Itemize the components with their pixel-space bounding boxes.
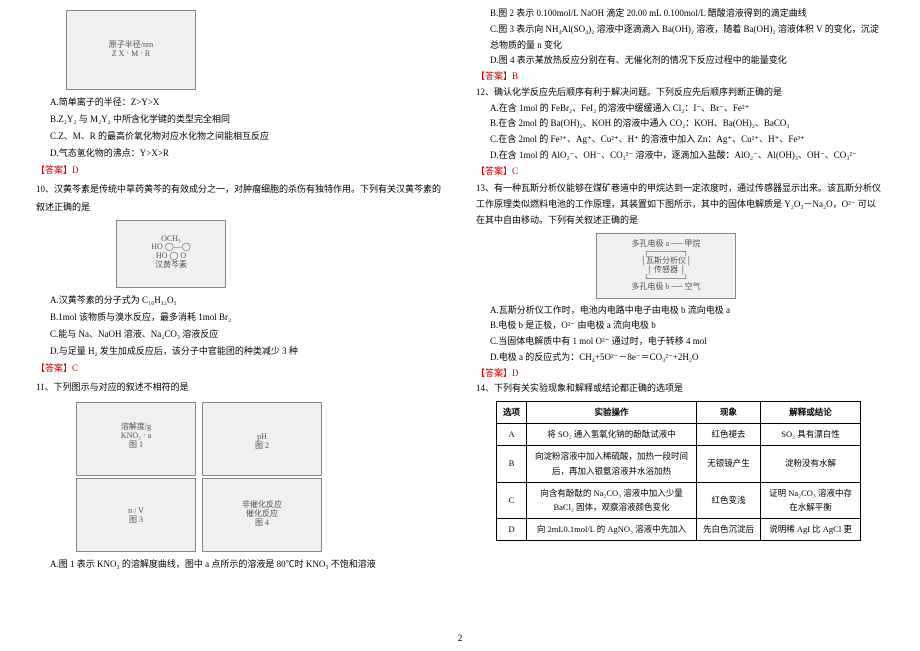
table-row: 选项 实验操作 现象 解释或结论 [497, 402, 861, 424]
q11-option-b: B.图 2 表示 0.100mol/L NaOH 滴定 20.00 mL 0.1… [476, 6, 884, 22]
q9-option-b: B.Z₂Y₂ 与 M₂Y₂ 中所含化学键的类型完全相同 [36, 111, 444, 128]
q13-stem: 13、有一种瓦斯分析仪能够在煤矿巷道中的甲烷达到一定浓度时，通过传感器显示出来。… [476, 181, 884, 228]
table-row: D 向 2mL0.1mol/L 的 AgNO₃ 溶液中先加入 先白色沉淀后 说明… [497, 519, 861, 541]
q14-table: 选项 实验操作 现象 解释或结论 A 将 SO₂ 通入氢氧化钠的酚酞试液中 红色… [496, 401, 861, 541]
cell: SO₂ 具有漂白性 [761, 423, 861, 445]
table-row: A 将 SO₂ 通入氢氧化钠的酚酞试液中 红色褪去 SO₂ 具有漂白性 [497, 423, 861, 445]
q10-answer: 【答案】C [36, 360, 444, 377]
q13-option-d: D.电极 a 的反应式为：CH₄+5O²⁻－8e⁻＝CO₃²⁻+2H₂O [476, 350, 884, 366]
q14-stem: 14、下列有关实验现象和解释或结论都正确的选项是 [476, 381, 884, 397]
th-option: 选项 [497, 402, 527, 424]
page-number: 2 [0, 630, 920, 647]
q12-option-d: D.在含 1mol 的 AlO₂⁻、OH⁻、CO₃²⁻ 溶液中，逐滴加入盐酸：A… [476, 148, 884, 164]
q11-stem: 11、下列图示与对应的叙述不相符的是 [36, 379, 444, 396]
q9-answer: 【答案】D [36, 162, 444, 179]
q11-option-c: C.图 3 表示向 NH₄Al(SO₄)₂ 溶液中逐滴滴入 Ba(OH)₂ 溶液… [476, 22, 884, 54]
cell: B [497, 445, 527, 482]
cell: 证明 Na₂CO₃ 溶液中存在水解平衡 [761, 482, 861, 519]
th-conclusion: 解释或结论 [761, 402, 861, 424]
q13-option-a: A.瓦斯分析仪工作时，电池内电路中电子由电极 b 流向电极 a [476, 303, 884, 319]
q10-option-d: D.与足量 H₂ 发生加成反应后，该分子中官能团的种类减少 3 种 [36, 343, 444, 360]
figure-q9-graph: 原子半径/nmZ X · M · R [66, 10, 196, 90]
cell: 向 2mL0.1mol/L 的 AgNO₃ 溶液中先加入 [527, 519, 697, 541]
q12-option-a: A.在含 1mol 的 FeBr₂、FeI₂ 的溶液中缓缓通入 Cl₂：I⁻、B… [476, 101, 884, 117]
q12-stem: 12、确认化学反应先后顺序有利于解决问题。下列反应先后顺序判断正确的是 [476, 85, 884, 101]
q12-option-c: C.在含 2mol 的 Fe³⁺、Ag⁺、Cu²⁺、H⁺ 的溶液中加入 Zn：A… [476, 132, 884, 148]
q10-option-c: C.能与 Na、NaOH 溶液、Na₂CO₃ 溶液反应 [36, 326, 444, 343]
q9-option-c: C.Z、M、R 的最高价氧化物对应水化物之间能相互反应 [36, 128, 444, 145]
q10-stem: 10、汉黄芩素是传统中草药黄芩的有效成分之一，对肿瘤细胞的杀伤有独特作用。下列有… [36, 181, 444, 215]
q10-option-a: A.汉黄芩素的分子式为 C₁₆H₁₂O₅ [36, 292, 444, 309]
figure-q11-graph3: n / V图 3 [76, 478, 196, 552]
cell: 红色褪去 [697, 423, 761, 445]
cell: 向含有酚酞的 Na₂CO₃ 溶液中加入少量 BaCl₂ 固体，观察溶液颜色变化 [527, 482, 697, 519]
figure-q10-structure: OCH₃HO ◯―◯HO ◯ O汉黄芩素 [116, 220, 226, 288]
q11-answer: 【答案】B [476, 69, 884, 85]
q13-option-b: B.电极 b 是正极，O²⁻ 由电极 a 流向电极 b [476, 318, 884, 334]
cell: D [497, 519, 527, 541]
figure-q11-graph2: pH图 2 [202, 402, 322, 476]
table-row: C 向含有酚酞的 Na₂CO₃ 溶液中加入少量 BaCl₂ 固体，观察溶液颜色变… [497, 482, 861, 519]
cell: 向淀粉溶液中加入稀硫酸，加热一段时间后，再加入银氨溶液并水浴加热 [527, 445, 697, 482]
figure-q11-graph1: 溶解度/gKNO₃ · a图 1 [76, 402, 196, 476]
cell: 说明稀 AgI 比 AgCl 更 [761, 519, 861, 541]
cell: 将 SO₂ 通入氢氧化钠的酚酞试液中 [527, 423, 697, 445]
cell: 先白色沉淀后 [697, 519, 761, 541]
q9-option-d: D.气态氢化物的沸点：Y>X>R [36, 145, 444, 162]
figure-q11-graph4: 非催化反应催化反应图 4 [202, 478, 322, 552]
cell: 淀粉没有水解 [761, 445, 861, 482]
q13-option-c: C.当固体电解质中有 1 mol O²⁻ 通过时，电子转移 4 mol [476, 334, 884, 350]
q11-option-a: A.图 1 表示 KNO₃ 的溶解度曲线，图中 a 点所示的溶液是 80℃时 K… [36, 556, 444, 573]
q13-answer: 【答案】D [476, 366, 884, 382]
cell: 红色变浅 [697, 482, 761, 519]
q11-option-d: D.图 4 表示某放热反应分别在有、无催化剂的情况下反应过程中的能量变化 [476, 53, 884, 69]
figure-q13-device: 多孔电极 a ── 甲烷┌──────┐│瓦斯分析仪││ 传感器 │└─────… [596, 233, 736, 299]
q9-option-a: A.简单离子的半径：Z>Y>X [36, 94, 444, 111]
q12-answer: 【答案】C [476, 164, 884, 180]
figure-q10-caption: 汉黄芩素 [155, 260, 187, 269]
cell: C [497, 482, 527, 519]
q10-option-b: B.1mol 该物质与溴水反应，最多消耗 1mol Br₂ [36, 309, 444, 326]
th-operation: 实验操作 [527, 402, 697, 424]
cell: A [497, 423, 527, 445]
table-row: B 向淀粉溶液中加入稀硫酸，加热一段时间后，再加入银氨溶液并水浴加热 无银镜产生… [497, 445, 861, 482]
cell: 无银镜产生 [697, 445, 761, 482]
q12-option-b: B.在含 2mol 的 Ba(OH)₂、KOH 的溶液中通入 CO₂：KOH、B… [476, 116, 884, 132]
th-phenomenon: 现象 [697, 402, 761, 424]
